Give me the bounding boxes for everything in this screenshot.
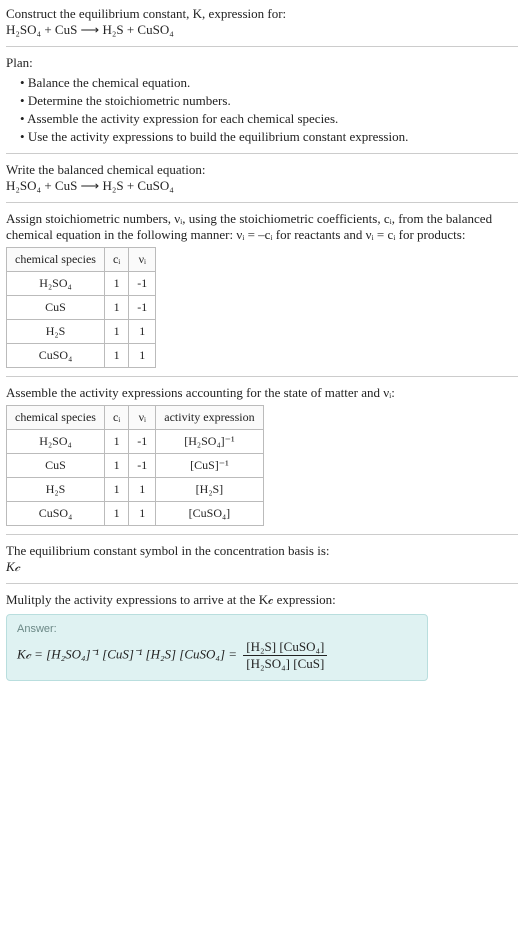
fraction-numerator: [H₂S] [CuSO₄] xyxy=(243,639,327,656)
col-ci: cᵢ xyxy=(104,248,128,272)
fraction-denominator: [H₂SO₄] [CuS] xyxy=(243,656,327,672)
cell-vi: 1 xyxy=(129,344,156,368)
cell-activity: [H₂SO₄]⁻¹ xyxy=(156,430,263,454)
table-row: CuS1-1 xyxy=(7,296,156,320)
stoich-block: Assign stoichiometric numbers, νᵢ, using… xyxy=(6,211,518,368)
cell-species: H₂S xyxy=(7,478,105,502)
col-species: chemical species xyxy=(7,248,105,272)
answer-expression: K𝒸 = [H₂SO₄]⁻¹ [CuS]⁻¹ [H₂S] [CuSO₄] = [… xyxy=(17,639,417,672)
cell-vi: 1 xyxy=(129,320,156,344)
table-row: H₂SO₄1-1[H₂SO₄]⁻¹ xyxy=(7,430,264,454)
table-row: H₂SO₄1-1 xyxy=(7,272,156,296)
divider xyxy=(6,534,518,535)
answer-fraction: [H₂S] [CuSO₄][H₂SO₄] [CuS] xyxy=(243,639,327,672)
col-ci: cᵢ xyxy=(104,406,128,430)
activity-table: chemical species cᵢ νᵢ activity expressi… xyxy=(6,405,264,526)
cell-species: H₂S xyxy=(7,320,105,344)
intro-text: Construct the equilibrium constant, K, e… xyxy=(6,6,518,22)
cell-vi: 1 xyxy=(129,502,156,526)
cell-ci: 1 xyxy=(104,296,128,320)
divider xyxy=(6,202,518,203)
cell-activity: [CuSO₄] xyxy=(156,502,263,526)
answer-box: Answer: K𝒸 = [H₂SO₄]⁻¹ [CuS]⁻¹ [H₂S] [Cu… xyxy=(6,614,428,681)
cell-vi: -1 xyxy=(129,296,156,320)
plan-heading: Plan: xyxy=(6,55,518,71)
ksym-block: The equilibrium constant symbol in the c… xyxy=(6,543,518,575)
cell-ci: 1 xyxy=(104,478,128,502)
table-row: H₂S11 xyxy=(7,320,156,344)
col-activity: activity expression xyxy=(156,406,263,430)
plan-list: Balance the chemical equation. Determine… xyxy=(20,75,518,145)
cell-species: CuS xyxy=(7,296,105,320)
stoich-text: Assign stoichiometric numbers, νᵢ, using… xyxy=(6,211,518,243)
cell-activity: [H₂S] xyxy=(156,478,263,502)
col-species: chemical species xyxy=(7,406,105,430)
divider xyxy=(6,376,518,377)
ksym-symbol: K𝒸 xyxy=(6,559,518,575)
table-row: H₂S11[H₂S] xyxy=(7,478,264,502)
table-header-row: chemical species cᵢ νᵢ activity expressi… xyxy=(7,406,264,430)
cell-ci: 1 xyxy=(104,502,128,526)
cell-species: H₂SO₄ xyxy=(7,272,105,296)
plan-item: Balance the chemical equation. xyxy=(20,75,518,91)
intro-equation: H₂SO₄ + CuS ⟶ H₂S + CuSO₄ xyxy=(6,22,518,38)
cell-species: CuS xyxy=(7,454,105,478)
table-row: CuS1-1[CuS]⁻¹ xyxy=(7,454,264,478)
mult-block: Mulitply the activity expressions to arr… xyxy=(6,592,518,681)
divider xyxy=(6,583,518,584)
activity-block: Assemble the activity expressions accoun… xyxy=(6,385,518,526)
cell-ci: 1 xyxy=(104,320,128,344)
activity-text: Assemble the activity expressions accoun… xyxy=(6,385,518,401)
table-header-row: chemical species cᵢ νᵢ xyxy=(7,248,156,272)
plan-item: Assemble the activity expression for eac… xyxy=(20,111,518,127)
balanced-equation: H₂SO₄ + CuS ⟶ H₂S + CuSO₄ xyxy=(6,178,518,194)
answer-label: Answer: xyxy=(17,623,417,635)
plan-block: Plan: Balance the chemical equation. Det… xyxy=(6,55,518,145)
divider xyxy=(6,46,518,47)
cell-ci: 1 xyxy=(104,344,128,368)
cell-ci: 1 xyxy=(104,454,128,478)
table-row: CuSO₄11[CuSO₄] xyxy=(7,502,264,526)
cell-species: CuSO₄ xyxy=(7,502,105,526)
cell-species: H₂SO₄ xyxy=(7,430,105,454)
mult-text: Mulitply the activity expressions to arr… xyxy=(6,592,518,608)
cell-ci: 1 xyxy=(104,430,128,454)
divider xyxy=(6,153,518,154)
cell-vi: -1 xyxy=(129,430,156,454)
col-vi: νᵢ xyxy=(129,248,156,272)
answer-lhs: K𝒸 = [H₂SO₄]⁻¹ [CuS]⁻¹ [H₂S] [CuSO₄] = xyxy=(17,646,240,661)
col-vi: νᵢ xyxy=(129,406,156,430)
plan-item: Determine the stoichiometric numbers. xyxy=(20,93,518,109)
ksym-text: The equilibrium constant symbol in the c… xyxy=(6,543,518,559)
intro-block: Construct the equilibrium constant, K, e… xyxy=(6,6,518,38)
page-root: Construct the equilibrium constant, K, e… xyxy=(0,0,524,697)
stoich-table: chemical species cᵢ νᵢ H₂SO₄1-1 CuS1-1 H… xyxy=(6,247,156,368)
cell-vi: 1 xyxy=(129,478,156,502)
plan-item: Use the activity expressions to build th… xyxy=(20,129,518,145)
cell-vi: -1 xyxy=(129,454,156,478)
table-row: CuSO₄11 xyxy=(7,344,156,368)
cell-vi: -1 xyxy=(129,272,156,296)
cell-ci: 1 xyxy=(104,272,128,296)
cell-species: CuSO₄ xyxy=(7,344,105,368)
balanced-block: Write the balanced chemical equation: H₂… xyxy=(6,162,518,194)
balanced-text: Write the balanced chemical equation: xyxy=(6,162,518,178)
cell-activity: [CuS]⁻¹ xyxy=(156,454,263,478)
